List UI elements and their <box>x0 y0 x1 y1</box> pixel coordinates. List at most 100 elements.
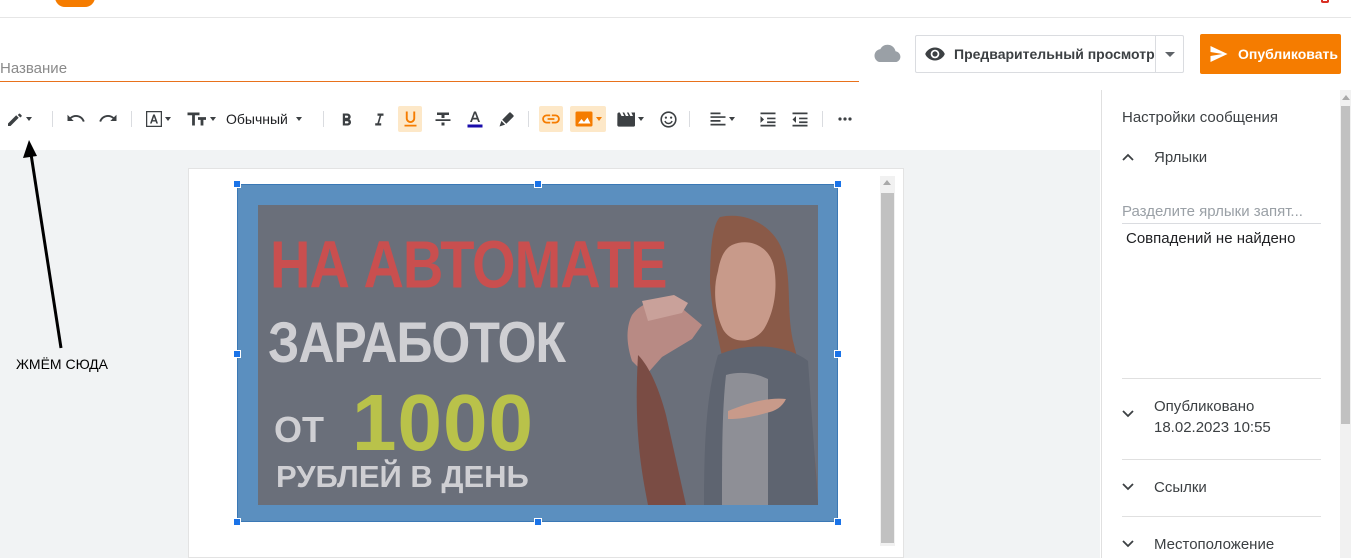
scroll-up-arrow-icon[interactable] <box>883 180 891 185</box>
section-divider <box>1122 516 1321 517</box>
blogger-logo[interactable] <box>55 0 95 7</box>
blog-post-editor: Предварительный просмотр Опубликовать Об… <box>0 0 1351 558</box>
indent-icon <box>760 112 776 126</box>
preview-label: Предварительный просмотр <box>954 46 1155 62</box>
preview-split-button: Предварительный просмотр <box>915 35 1184 73</box>
send-icon <box>1210 46 1228 62</box>
font-size-button[interactable] <box>184 106 218 132</box>
location-heading: Местоположение <box>1154 536 1275 553</box>
toolbar-divider <box>52 111 53 127</box>
undo-button[interactable] <box>64 106 88 132</box>
formatting-toolbar: Обычный <box>0 102 1100 136</box>
chevron-down-icon <box>1122 410 1134 418</box>
annotation-arrow-icon <box>23 140 63 349</box>
compose-mode-button[interactable] <box>2 106 36 132</box>
resize-handle-top-left[interactable] <box>233 180 241 188</box>
resize-handle-bottom[interactable] <box>534 518 542 526</box>
banner-image: НА АВТОМАТЕ ЗАРАБОТОК ОТ 1000 РУБЛЕЙ В Д… <box>258 205 818 505</box>
strikethrough-button[interactable] <box>431 106 455 132</box>
italic-icon <box>375 113 384 125</box>
scroll-up-arrow-icon[interactable] <box>1342 95 1350 100</box>
redo-icon <box>99 114 117 122</box>
underline-icon <box>404 111 416 127</box>
publish-label: Опубликовать <box>1238 46 1338 62</box>
link-icon <box>542 114 560 124</box>
settings-scrollbar-thumb[interactable] <box>1341 106 1350 424</box>
insert-image-button[interactable] <box>570 106 606 132</box>
annotation-label: ЖМЁМ СЮДА <box>16 356 108 372</box>
insert-video-button[interactable] <box>614 106 646 132</box>
links-section-toggle[interactable]: Ссылки <box>1122 477 1207 498</box>
published-section-toggle[interactable]: Опубликовано 18.02.2023 10:55 <box>1122 396 1271 438</box>
resize-handle-left[interactable] <box>233 350 241 358</box>
resize-handle-top-right[interactable] <box>834 180 842 188</box>
post-settings-title: Настройки сообщения <box>1122 109 1278 126</box>
undo-icon <box>67 114 85 122</box>
text-color-icon <box>467 111 483 127</box>
bold-button[interactable] <box>336 106 358 132</box>
section-divider <box>1122 459 1321 460</box>
resize-handle-top[interactable] <box>534 180 542 188</box>
strikethrough-icon <box>435 112 451 126</box>
text-color-button[interactable] <box>463 106 487 132</box>
notification-icon[interactable] <box>1321 0 1329 3</box>
preview-dropdown-button[interactable] <box>1155 36 1184 72</box>
chevron-down-icon <box>1122 483 1134 491</box>
banner-headline: НА АВТОМАТЕ <box>270 226 667 302</box>
align-icon <box>710 112 725 126</box>
emoji-icon <box>659 110 677 128</box>
banner-amount: 1000 <box>352 378 534 467</box>
highlight-icon <box>499 112 514 127</box>
paragraph-style-label: Обычный <box>226 111 288 127</box>
redo-button[interactable] <box>96 106 120 132</box>
image-icon <box>575 111 592 127</box>
labels-input[interactable] <box>1122 200 1321 224</box>
eye-icon <box>925 47 945 61</box>
labels-no-match-text: Совпадений не найдено <box>1126 230 1296 247</box>
banner-from-label: ОТ <box>274 409 324 450</box>
resize-handle-bottom-right[interactable] <box>834 518 842 526</box>
chevron-up-icon <box>1122 153 1134 161</box>
highlight-button[interactable] <box>495 106 519 132</box>
editor-scrollbar-thumb[interactable] <box>881 193 894 543</box>
video-icon <box>616 112 635 127</box>
paragraph-style-select[interactable]: Обычный <box>226 106 312 132</box>
labels-section-toggle[interactable]: Ярлыки <box>1122 147 1207 168</box>
resize-handle-right[interactable] <box>834 350 842 358</box>
more-options-button[interactable] <box>834 106 856 132</box>
published-label: Опубликовано <box>1154 398 1255 415</box>
insert-link-button[interactable] <box>539 106 563 132</box>
published-date: 18.02.2023 10:55 <box>1154 419 1271 436</box>
resize-handle-bottom-left[interactable] <box>233 518 241 526</box>
insert-emoji-button[interactable] <box>656 106 680 132</box>
banner-bottom-line: РУБЛЕЙ В ДЕНЬ <box>276 459 529 494</box>
toolbar-divider <box>528 111 529 127</box>
preview-button[interactable]: Предварительный просмотр <box>916 36 1155 72</box>
section-divider <box>1122 378 1321 379</box>
toolbar-divider <box>822 111 823 127</box>
indent-button[interactable] <box>756 106 780 132</box>
selected-post-image[interactable]: НА АВТОМАТЕ ЗАРАБОТОК ОТ 1000 РУБЛЕЙ В Д… <box>237 184 838 522</box>
post-title-input[interactable] <box>0 58 855 78</box>
italic-button[interactable] <box>368 106 390 132</box>
links-heading: Ссылки <box>1154 479 1207 496</box>
publish-button[interactable]: Опубликовать <box>1200 34 1341 74</box>
pencil-icon <box>7 113 22 126</box>
labels-heading: Ярлыки <box>1154 149 1208 166</box>
top-app-bar <box>0 0 1351 18</box>
font-button[interactable] <box>142 106 174 132</box>
cloud-icon <box>874 44 901 62</box>
more-horiz-icon <box>838 117 852 121</box>
toolbar-divider <box>689 111 690 127</box>
underline-button[interactable] <box>398 106 422 132</box>
published-heading: Опубликовано 18.02.2023 10:55 <box>1154 396 1271 438</box>
bold-icon <box>342 113 351 125</box>
banner-subheadline: ЗАРАБОТОК <box>268 310 566 375</box>
outdent-icon <box>792 112 808 126</box>
location-section-toggle[interactable]: Местоположение <box>1122 534 1274 555</box>
outdent-button[interactable] <box>788 106 812 132</box>
font-icon <box>145 111 162 127</box>
toolbar-divider <box>131 111 132 127</box>
post-title-field <box>0 50 859 82</box>
align-button[interactable] <box>704 106 740 132</box>
